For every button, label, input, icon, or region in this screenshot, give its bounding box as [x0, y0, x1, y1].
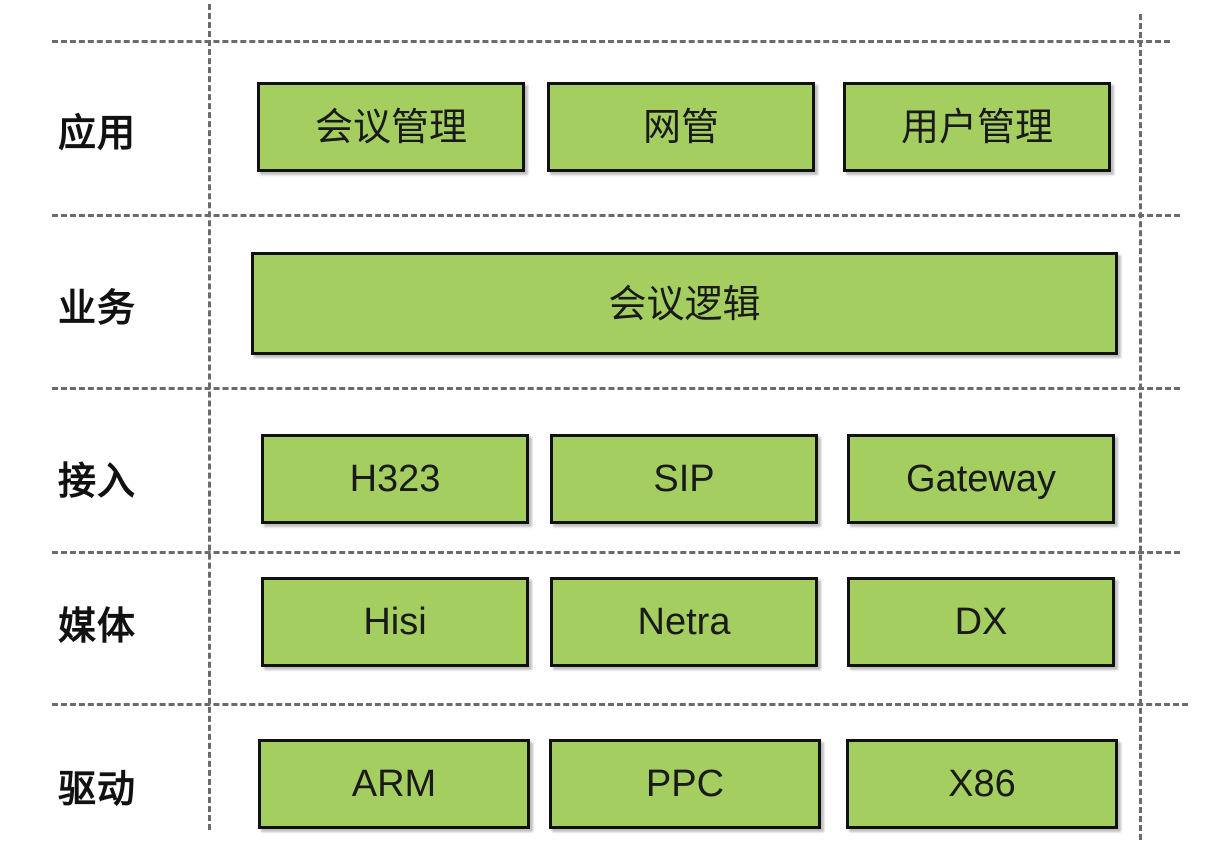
divider-top [52, 40, 1170, 43]
module-conference-management: 会议管理 [257, 82, 525, 172]
module-hisi: Hisi [261, 577, 529, 667]
divider-media-driver [52, 703, 1188, 706]
module-gateway: Gateway [847, 434, 1115, 524]
layer-label-access: 接入 [58, 459, 137, 503]
divider-label-column [208, 4, 211, 830]
layer-label-driver: 驱动 [58, 767, 137, 811]
divider-right-edge [1139, 14, 1142, 840]
module-arm: ARM [258, 739, 530, 829]
module-ppc: PPC [549, 739, 821, 829]
module-dx: DX [847, 577, 1115, 667]
module-user-management: 用户管理 [843, 82, 1111, 172]
module-network-management: 网管 [547, 82, 815, 172]
layer-label-media: 媒体 [58, 604, 137, 648]
module-conference-logic: 会议逻辑 [251, 252, 1118, 355]
module-h323: H323 [261, 434, 529, 524]
divider-service-access [52, 387, 1180, 390]
divider-access-media [52, 551, 1180, 554]
module-netra: Netra [550, 577, 818, 667]
layered-architecture-diagram: 应用 业务 接入 媒体 驱动 会议管理 网管 用户管理 会议逻辑 H323 SI… [0, 0, 1207, 844]
layer-label-service: 业务 [58, 286, 137, 330]
module-sip: SIP [550, 434, 818, 524]
layer-label-application: 应用 [58, 111, 137, 155]
module-x86: X86 [846, 739, 1118, 829]
divider-app-service [52, 214, 1180, 217]
